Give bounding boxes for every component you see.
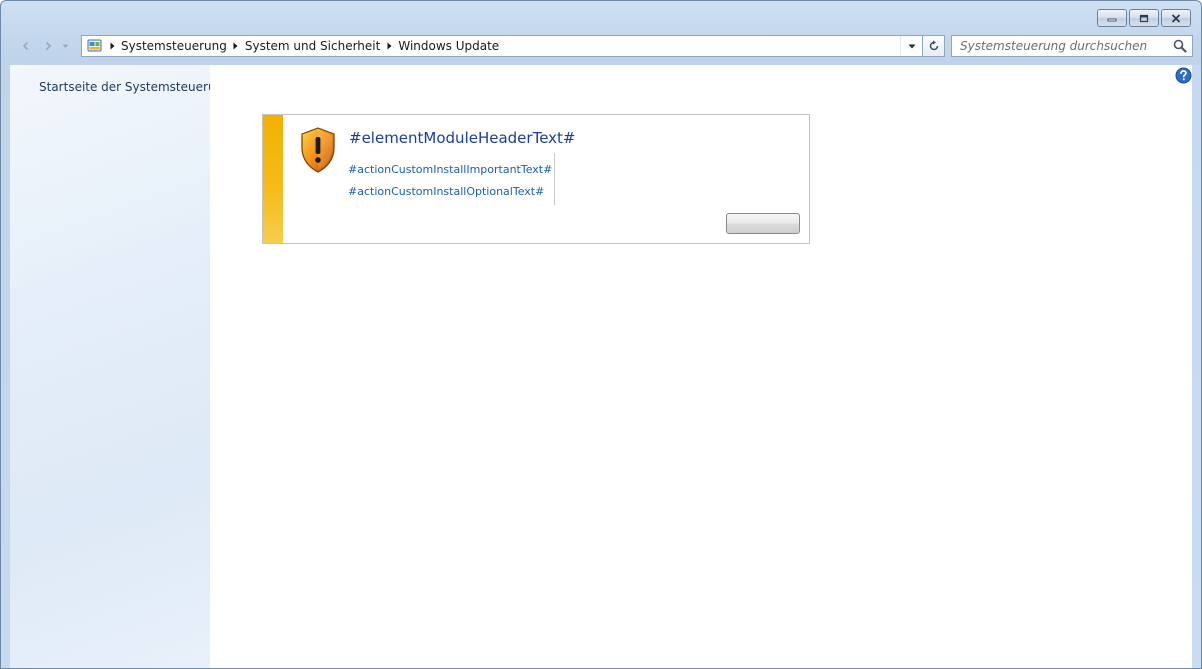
module-action-button[interactable] [726, 213, 800, 234]
window-frame: Systemsteuerung System und Sicherheit Wi… [0, 0, 1202, 669]
search-box[interactable]: Systemsteuerung durchsuchen [951, 35, 1193, 57]
install-optional-link[interactable]: #actionCustomInstallOptionalText# [348, 185, 544, 198]
help-icon[interactable] [1175, 67, 1192, 84]
address-history-dropdown[interactable] [900, 36, 922, 56]
restore-icon [1139, 14, 1149, 22]
navigation-buttons [15, 36, 75, 56]
breadcrumb-separator-icon[interactable] [383, 36, 395, 56]
minimize-button[interactable] [1097, 9, 1127, 27]
refresh-button[interactable] [922, 36, 944, 56]
refresh-icon [929, 40, 938, 51]
breadcrumb-item[interactable]: System und Sicherheit [242, 36, 384, 56]
breadcrumb-separator-icon[interactable] [230, 36, 242, 56]
warning-shield-icon [301, 127, 335, 173]
breadcrumb-separator-icon[interactable] [106, 36, 118, 56]
recent-pages-dropdown[interactable] [59, 36, 71, 56]
chevron-down-icon [908, 44, 915, 48]
module-header: #elementModuleHeaderText# [349, 129, 576, 147]
search-input[interactable]: Systemsteuerung durchsuchen [952, 36, 1168, 56]
forward-button[interactable] [37, 36, 59, 56]
sidebar-link-control-panel-home[interactable]: Startseite der Systemsteuerung [39, 80, 231, 94]
status-stripe [263, 115, 283, 243]
address-bar[interactable]: Systemsteuerung System und Sicherheit Wi… [81, 35, 945, 57]
back-button[interactable] [15, 36, 37, 56]
restore-button[interactable] [1129, 9, 1159, 27]
windows-update-module: #elementModuleHeaderText# #actionCustomI… [262, 114, 810, 244]
close-icon [1171, 13, 1181, 23]
install-important-link[interactable]: #actionCustomInstallImportantText# [348, 163, 552, 176]
back-arrow-icon [22, 41, 29, 51]
control-panel-icon [84, 36, 106, 56]
main-content: #elementModuleHeaderText# #actionCustomI… [210, 65, 1194, 668]
divider [554, 153, 555, 205]
window-right-border [1192, 65, 1201, 668]
breadcrumb-item[interactable]: Systemsteuerung [118, 36, 230, 56]
minimize-icon [1107, 18, 1117, 22]
sidebar: Startseite der Systemsteuerung [10, 65, 231, 668]
search-icon[interactable] [1168, 36, 1192, 56]
chevron-down-icon [62, 44, 68, 48]
breadcrumb-item[interactable]: Windows Update [395, 36, 502, 56]
forward-arrow-icon [45, 41, 52, 51]
caption-buttons [1097, 9, 1191, 27]
close-button[interactable] [1161, 9, 1191, 27]
